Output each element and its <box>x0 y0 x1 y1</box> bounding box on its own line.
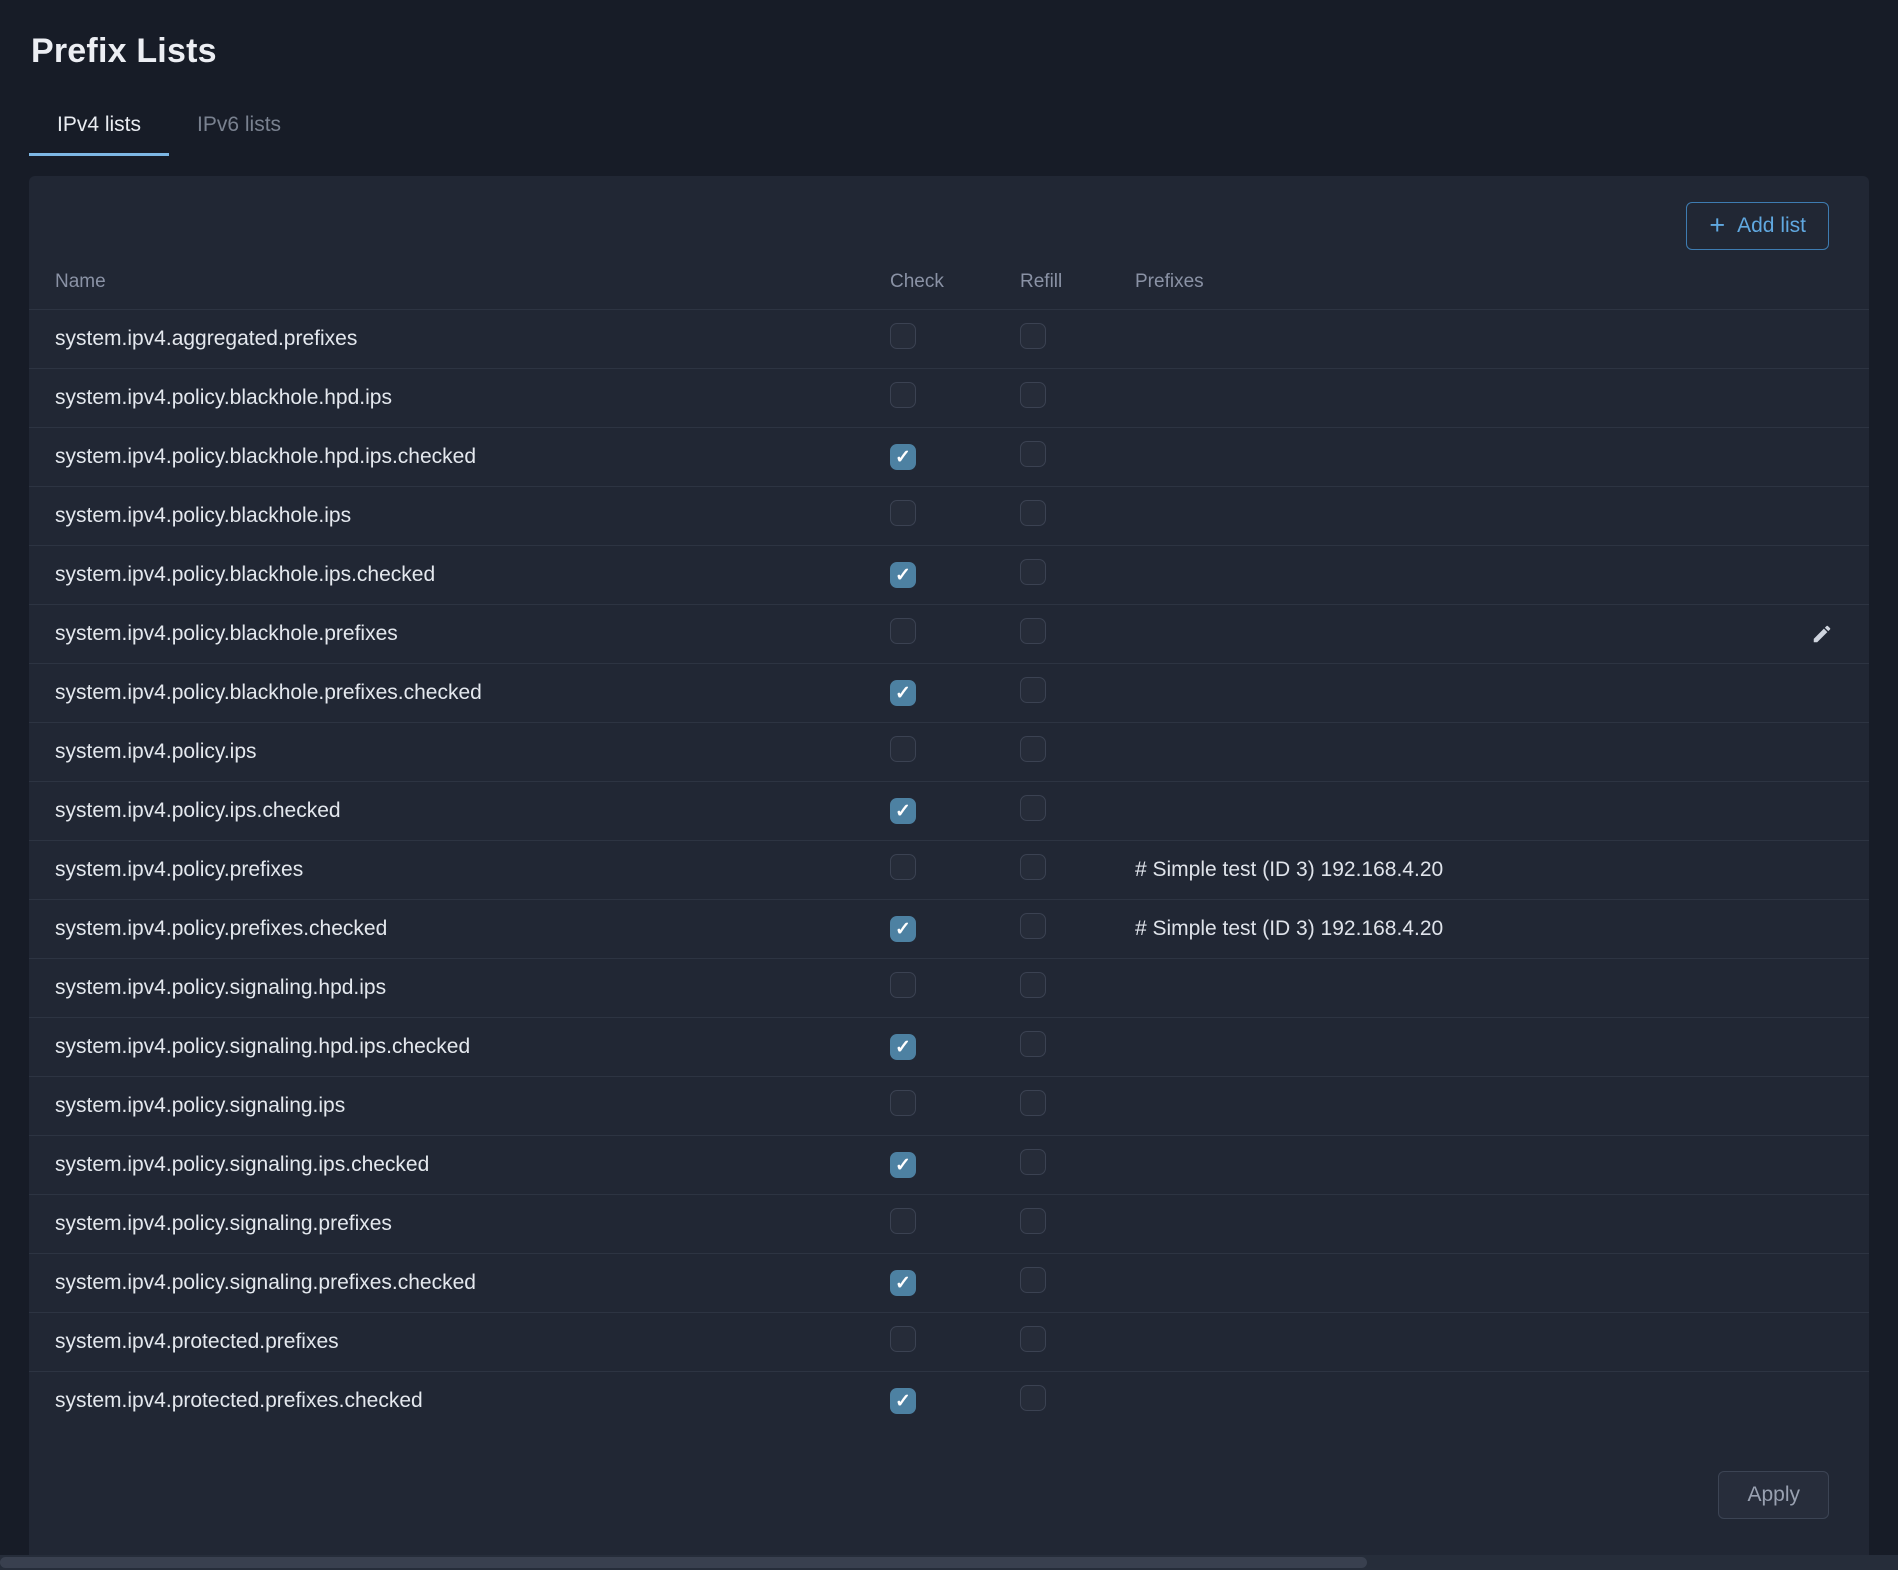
table-row: system.ipv4.policy.blackhole.hpd.ips <box>29 369 1869 428</box>
prefix-list-name: system.ipv4.policy.blackhole.hpd.ips <box>55 386 890 410</box>
prefix-list-name: system.ipv4.aggregated.prefixes <box>55 327 890 351</box>
table-row: system.ipv4.protected.prefixes <box>29 1313 1869 1372</box>
check-checkbox[interactable] <box>890 1208 916 1234</box>
horizontal-scrollbar[interactable] <box>0 1555 1898 1570</box>
prefix-list-name: system.ipv4.policy.blackhole.ips.checked <box>55 563 890 587</box>
column-header-name: Name <box>55 271 890 293</box>
panel-bottombar: Apply <box>29 1431 1869 1519</box>
prefix-list-name: system.ipv4.policy.signaling.prefixes <box>55 1212 890 1236</box>
check-checkbox[interactable] <box>890 1152 916 1178</box>
table-row: system.ipv4.policy.prefixes # Simple tes… <box>29 841 1869 900</box>
prefix-list-name: system.ipv4.policy.ips.checked <box>55 799 890 823</box>
prefix-list-name: system.ipv4.policy.signaling.prefixes.ch… <box>55 1271 890 1295</box>
table-row: system.ipv4.policy.signaling.ips <box>29 1077 1869 1136</box>
prefix-list-name: system.ipv4.policy.blackhole.prefixes <box>55 622 890 646</box>
check-checkbox[interactable] <box>890 382 916 408</box>
check-checkbox[interactable] <box>890 444 916 470</box>
refill-checkbox[interactable] <box>1020 854 1046 880</box>
refill-checkbox[interactable] <box>1020 618 1046 644</box>
table-row: system.ipv4.policy.ips <box>29 723 1869 782</box>
prefix-list-name: system.ipv4.policy.blackhole.prefixes.ch… <box>55 681 890 705</box>
table-row: system.ipv4.policy.signaling.prefixes.ch… <box>29 1254 1869 1313</box>
prefix-list-name: system.ipv4.protected.prefixes.checked <box>55 1389 890 1413</box>
table-row: system.ipv4.policy.signaling.hpd.ips.che… <box>29 1018 1869 1077</box>
panel-topbar: + Add list <box>29 176 1869 254</box>
check-checkbox[interactable] <box>890 736 916 762</box>
column-header-prefixes: Prefixes <box>1135 271 1779 293</box>
page-title: Prefix Lists <box>31 32 1869 71</box>
refill-checkbox[interactable] <box>1020 500 1046 526</box>
check-checkbox[interactable] <box>890 618 916 644</box>
column-header-refill: Refill <box>1020 271 1135 293</box>
prefix-list-name: system.ipv4.policy.blackhole.hpd.ips.che… <box>55 445 890 469</box>
refill-checkbox[interactable] <box>1020 559 1046 585</box>
table-row: system.ipv4.policy.blackhole.ips.checked <box>29 546 1869 605</box>
prefixes-value: # Simple test (ID 3) 192.168.4.20 <box>1135 917 1779 941</box>
tab-ipv4-lists[interactable]: IPv4 lists <box>29 101 169 156</box>
check-checkbox[interactable] <box>890 323 916 349</box>
table-row: system.ipv4.policy.blackhole.hpd.ips.che… <box>29 428 1869 487</box>
prefix-list-name: system.ipv4.policy.signaling.ips <box>55 1094 890 1118</box>
refill-checkbox[interactable] <box>1020 1031 1046 1057</box>
plus-icon: + <box>1709 212 1725 239</box>
prefix-list-name: system.ipv4.policy.prefixes.checked <box>55 917 890 941</box>
table-row: system.ipv4.protected.prefixes.checked <box>29 1372 1869 1431</box>
refill-checkbox[interactable] <box>1020 382 1046 408</box>
prefix-list-name: system.ipv4.policy.prefixes <box>55 858 890 882</box>
table-row: system.ipv4.policy.signaling.hpd.ips <box>29 959 1869 1018</box>
refill-checkbox[interactable] <box>1020 795 1046 821</box>
refill-checkbox[interactable] <box>1020 441 1046 467</box>
check-checkbox[interactable] <box>890 562 916 588</box>
prefix-list-name: system.ipv4.policy.blackhole.ips <box>55 504 890 528</box>
table-row: system.ipv4.policy.ips.checked <box>29 782 1869 841</box>
refill-checkbox[interactable] <box>1020 1326 1046 1352</box>
add-list-button[interactable]: + Add list <box>1686 202 1829 250</box>
check-checkbox[interactable] <box>890 972 916 998</box>
refill-checkbox[interactable] <box>1020 1385 1046 1411</box>
prefixes-value: # Simple test (ID 3) 192.168.4.20 <box>1135 858 1779 882</box>
table-row: system.ipv4.aggregated.prefixes <box>29 310 1869 369</box>
tab-bar: IPv4 lists IPv6 lists <box>29 101 1869 156</box>
check-checkbox[interactable] <box>890 916 916 942</box>
check-checkbox[interactable] <box>890 854 916 880</box>
table-row: system.ipv4.policy.blackhole.ips <box>29 487 1869 546</box>
column-header-check: Check <box>890 271 1020 293</box>
refill-checkbox[interactable] <box>1020 1208 1046 1234</box>
table-header: Name Check Refill Prefixes <box>29 254 1869 310</box>
tab-ipv6-lists[interactable]: IPv6 lists <box>169 101 309 156</box>
refill-checkbox[interactable] <box>1020 972 1046 998</box>
prefix-list-name: system.ipv4.policy.signaling.ips.checked <box>55 1153 890 1177</box>
scrollbar-thumb[interactable] <box>0 1557 1367 1568</box>
table-row: system.ipv4.policy.prefixes.checked # Si… <box>29 900 1869 959</box>
check-checkbox[interactable] <box>890 680 916 706</box>
check-checkbox[interactable] <box>890 1090 916 1116</box>
edit-icon[interactable] <box>1807 619 1837 649</box>
prefix-lists-panel: + Add list Name Check Refill Prefixes sy… <box>29 176 1869 1565</box>
check-checkbox[interactable] <box>890 1326 916 1352</box>
refill-checkbox[interactable] <box>1020 1090 1046 1116</box>
prefix-list-name: system.ipv4.protected.prefixes <box>55 1330 890 1354</box>
check-checkbox[interactable] <box>890 798 916 824</box>
refill-checkbox[interactable] <box>1020 913 1046 939</box>
prefix-lists-page: Prefix Lists IPv4 lists IPv6 lists + Add… <box>0 0 1898 1570</box>
check-checkbox[interactable] <box>890 1270 916 1296</box>
prefix-list-name: system.ipv4.policy.ips <box>55 740 890 764</box>
table-body: system.ipv4.aggregated.prefixes system.i… <box>29 310 1869 1431</box>
prefix-list-name: system.ipv4.policy.signaling.hpd.ips.che… <box>55 1035 890 1059</box>
prefix-list-name: system.ipv4.policy.signaling.hpd.ips <box>55 976 890 1000</box>
check-checkbox[interactable] <box>890 500 916 526</box>
table-row: system.ipv4.policy.signaling.ips.checked <box>29 1136 1869 1195</box>
table-row: system.ipv4.policy.signaling.prefixes <box>29 1195 1869 1254</box>
refill-checkbox[interactable] <box>1020 323 1046 349</box>
refill-checkbox[interactable] <box>1020 1267 1046 1293</box>
table-row: system.ipv4.policy.blackhole.prefixes <box>29 605 1869 664</box>
refill-checkbox[interactable] <box>1020 1149 1046 1175</box>
apply-button[interactable]: Apply <box>1718 1471 1829 1519</box>
refill-checkbox[interactable] <box>1020 736 1046 762</box>
add-list-label: Add list <box>1737 214 1806 238</box>
check-checkbox[interactable] <box>890 1034 916 1060</box>
refill-checkbox[interactable] <box>1020 677 1046 703</box>
table-row: system.ipv4.policy.blackhole.prefixes.ch… <box>29 664 1869 723</box>
check-checkbox[interactable] <box>890 1388 916 1414</box>
